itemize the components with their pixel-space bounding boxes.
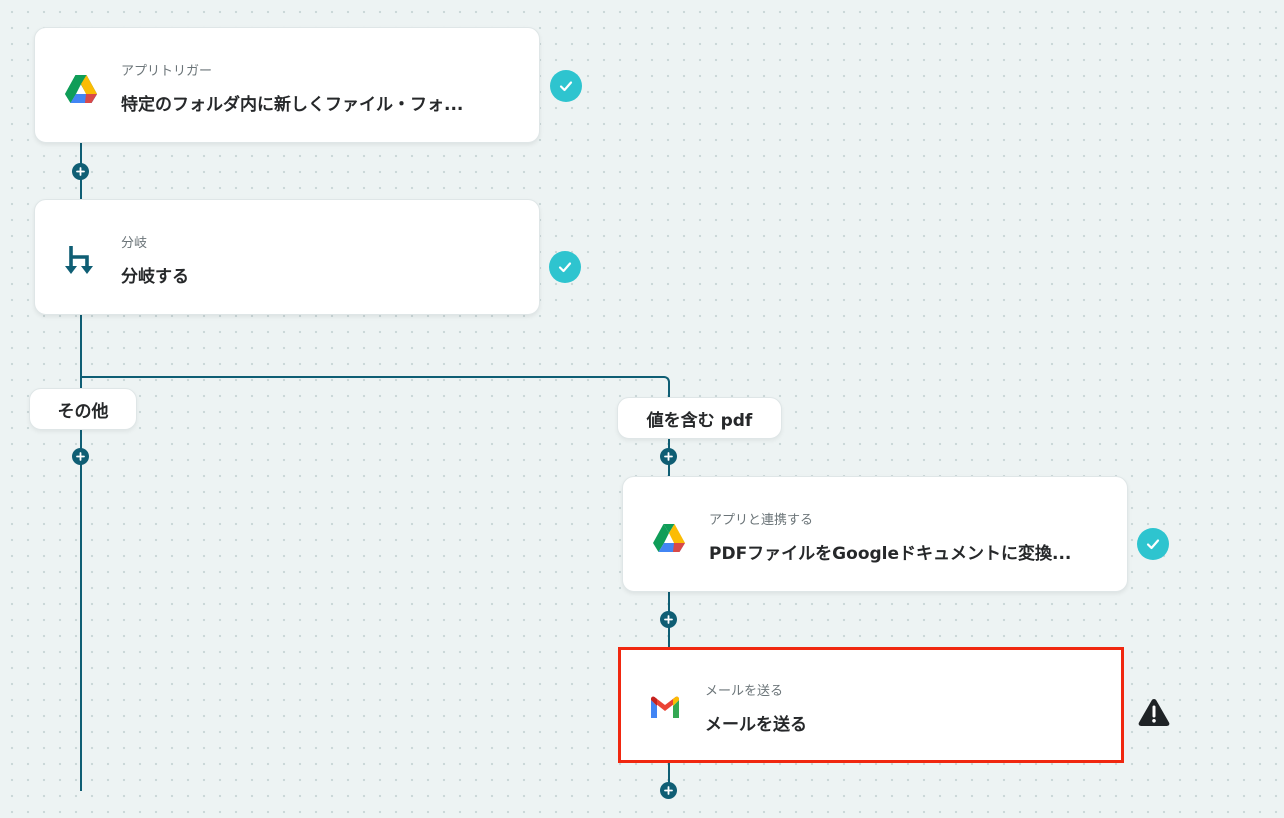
gmail-icon: [647, 690, 683, 726]
card-title: PDFファイルをGoogleドキュメントに変換...: [709, 544, 1072, 564]
card-title: メールを送る: [705, 715, 807, 735]
completed-check-icon: [549, 251, 581, 283]
add-step-button[interactable]: [660, 782, 677, 799]
warning-icon: [1137, 697, 1171, 727]
branch-icon: [63, 242, 99, 278]
branch-label-other[interactable]: その他: [29, 388, 137, 430]
convert-card[interactable]: アプリと連携する PDFファイルをGoogleドキュメントに変換...: [622, 476, 1128, 592]
flow-canvas: アプリトリガー 特定のフォルダ内に新しくファイル・フォ... 分岐 分岐する そ…: [0, 0, 1284, 818]
add-step-button[interactable]: [72, 448, 89, 465]
google-drive-icon: [63, 70, 99, 106]
card-title: 分岐する: [121, 267, 189, 287]
completed-check-icon: [1137, 528, 1169, 560]
branch-label-contains[interactable]: 値を含む pdf: [617, 397, 782, 439]
send-mail-card[interactable]: メールを送る メールを送る: [618, 647, 1124, 763]
card-subtitle: アプリトリガー: [121, 64, 213, 79]
card-subtitle: アプリと連携する: [709, 513, 814, 528]
add-step-button[interactable]: [660, 448, 677, 465]
google-drive-icon: [651, 519, 687, 555]
branch-card[interactable]: 分岐 分岐する: [34, 199, 540, 315]
card-subtitle: メールを送る: [705, 684, 784, 699]
add-step-button[interactable]: [72, 163, 89, 180]
branch-connector: [80, 376, 670, 398]
completed-check-icon: [550, 70, 582, 102]
trigger-card[interactable]: アプリトリガー 特定のフォルダ内に新しくファイル・フォ...: [34, 27, 540, 143]
card-subtitle: 分岐: [121, 236, 148, 251]
add-step-button[interactable]: [660, 611, 677, 628]
card-title: 特定のフォルダ内に新しくファイル・フォ...: [121, 95, 464, 115]
